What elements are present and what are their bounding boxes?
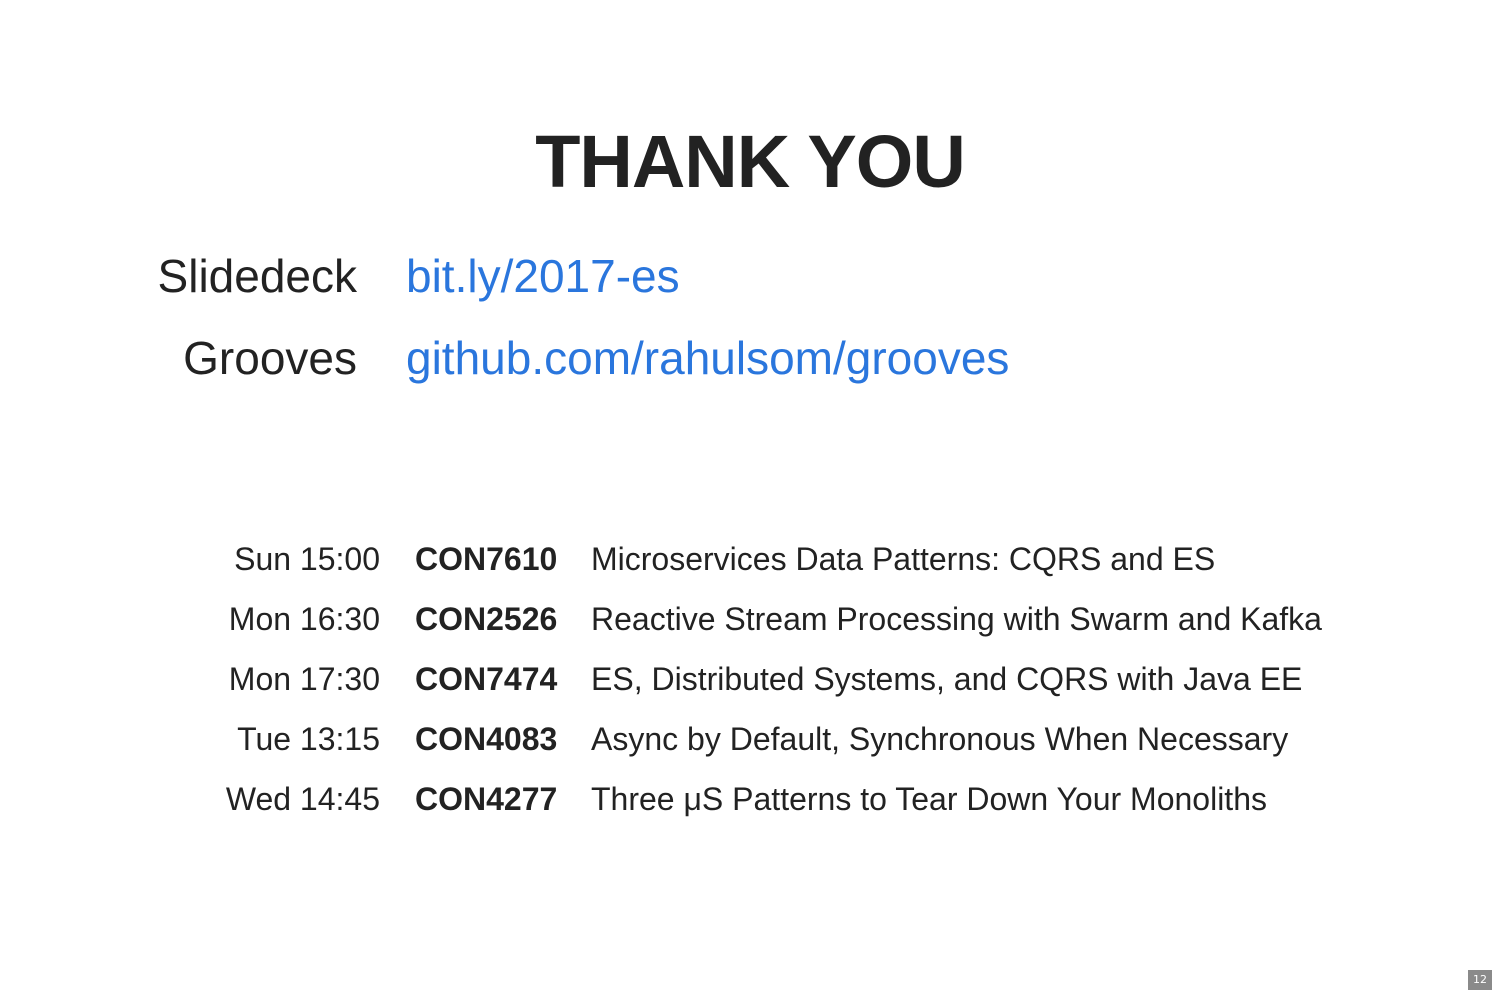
sessions-list: Sun 15:00 CON7610 Microservices Data Pat… — [0, 538, 1500, 838]
session-title: Three μS Patterns to Tear Down Your Mono… — [591, 781, 1267, 817]
session-row: Mon 16:30 CON2526 Reactive Stream Proces… — [0, 598, 1500, 658]
session-code: CON7474 — [415, 661, 558, 697]
link-label-grooves: Grooves — [183, 332, 357, 384]
link-row-slidedeck: Slidedeck bit.ly/2017-es — [0, 246, 1500, 328]
link-label-slidedeck: Slidedeck — [157, 250, 357, 302]
session-title: Reactive Stream Processing with Swarm an… — [591, 601, 1322, 637]
session-code: CON2526 — [415, 601, 558, 637]
slide-title: THANK YOU — [535, 120, 966, 203]
session-time: Mon 17:30 — [228, 661, 380, 697]
session-code: CON4083 — [415, 721, 558, 757]
session-title: Microservices Data Patterns: CQRS and ES — [591, 541, 1216, 577]
session-row: Wed 14:45 CON4277 Three μS Patterns to T… — [0, 778, 1500, 838]
link-row-grooves: Grooves github.com/rahulsom/grooves — [0, 328, 1500, 410]
session-time: Tue 13:15 — [237, 721, 380, 757]
page-number-badge: 12 — [1468, 970, 1492, 990]
session-time: Wed 14:45 — [225, 781, 380, 817]
session-code: CON7610 — [415, 541, 558, 577]
links-section: Slidedeck bit.ly/2017-es Grooves github.… — [0, 246, 1500, 410]
session-time: Sun 15:00 — [234, 541, 380, 577]
session-title: ES, Distributed Systems, and CQRS with J… — [591, 661, 1303, 697]
session-row: Sun 15:00 CON7610 Microservices Data Pat… — [0, 538, 1500, 598]
session-row: Mon 17:30 CON7474 ES, Distributed System… — [0, 658, 1500, 718]
link-slidedeck[interactable]: bit.ly/2017-es — [406, 246, 680, 306]
session-time: Mon 16:30 — [228, 601, 380, 637]
session-code: CON4277 — [415, 781, 558, 817]
session-title: Async by Default, Synchronous When Neces… — [591, 721, 1289, 757]
link-grooves[interactable]: github.com/rahulsom/grooves — [406, 328, 1009, 388]
session-row: Tue 13:15 CON4083 Async by Default, Sync… — [0, 718, 1500, 778]
